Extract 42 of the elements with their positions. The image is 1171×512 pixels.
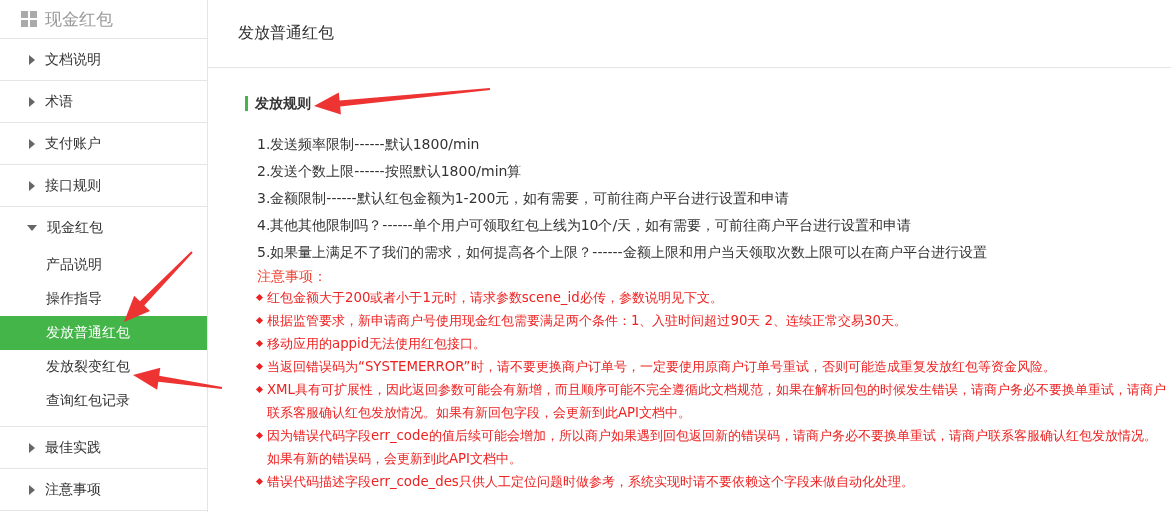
caret-right-icon: [29, 442, 35, 453]
caret-right-icon: [29, 180, 35, 191]
sidebar-item[interactable]: 术语: [0, 81, 207, 123]
sidebar-item[interactable]: 最佳实践: [0, 427, 207, 469]
annotation-arrow: [124, 251, 193, 322]
bullet-icon: [255, 477, 264, 486]
bullet-icon: [255, 316, 264, 325]
sidebar-item[interactable]: 注意事项: [0, 469, 207, 511]
note-text: 根据监管要求，新申请商户号使用现金红包需要满足两个条件：1、入驻时间超过90天 2、连续正常交易30天。: [267, 312, 907, 330]
grid-icon: [21, 11, 37, 27]
note-text: XML具有可扩展性，因此返回参数可能会有新增，而且顺序可能不完全遵循此文档规范，如果在解析回包的时候发生错误，请商户务必不要换单重试，请商户联系客服确认红包发放情况。如果有新回包字段，会更新到此API文档中。: [267, 381, 1167, 422]
page-title: 发放普通红包: [238, 23, 334, 44]
rule-text: 4.其他其他限制吗？------单个用户可领取红包上线为10个/天，如有需要，可前往商户平台进行设置和申请: [257, 217, 912, 233]
bullet-icon: [255, 339, 264, 348]
caret-right-icon: [29, 484, 35, 495]
note-text: 错误代码描述字段err_code_des只供人工定位问题时做参考，系统实现时请不要依赖这个字段来做自动化处理。: [267, 473, 914, 491]
sidebar-subitem[interactable]: 操作指导: [0, 282, 207, 316]
note-text: 移动应用的appid无法使用红包接口。: [267, 335, 487, 353]
caret-right-icon: [29, 54, 35, 65]
notes-title: 注意事项：: [257, 268, 327, 284]
note-text: 红包金额大于200或者小于1元时，请求参数scene_id必传，参数说明见下文。: [267, 289, 723, 307]
caret-right-icon: [29, 96, 35, 107]
note-text: 当返回错误码为“SYSTEMERROR”时，请不要更换商户订单号，一定要使用原商户订单号重试，否则可能造成重复发放红包等资金风险。: [267, 358, 1056, 376]
bullet-icon: [255, 431, 264, 440]
bullet-icon: [255, 362, 264, 371]
note-text: 因为错误代码字段err_code的值后续可能会增加，所以商户如果遇到回包返回新的错误码，请商户务必不要换单重试，请商户联系客服确认红包发放情况。如果有新的错误码，会更新到此API文档中。: [267, 427, 1158, 468]
bullet-icon: [255, 293, 264, 302]
sidebar-item[interactable]: 支付账户: [0, 123, 207, 165]
sidebar-item[interactable]: 接口规则: [0, 165, 207, 207]
rule-text: 3.金额限制------默认红包金额为1-200元，如有需要，可前往商户平台进行设置和申请: [257, 190, 790, 206]
caret-down-icon: [27, 224, 37, 231]
sidebar-subitem[interactable]: 查询红包记录: [0, 384, 207, 418]
sidebar-subitem[interactable]: 产品说明: [0, 248, 207, 282]
rule-text: 1.发送频率限制------默认1800/min: [257, 136, 480, 152]
sidebar-item[interactable]: 现金红包: [0, 207, 207, 248]
rule-text: 5.如果量上满足不了我们的需求，如何提高各个上限？------金额上限和用户当天领取次数上限可以在商户平台进行设置: [257, 244, 987, 260]
sidebar-item[interactable]: 文档说明: [0, 39, 207, 81]
rule-text: 2.发送个数上限------按照默认1800/min算: [257, 163, 522, 179]
sidebar-subitem[interactable]: 发放裂变红包: [0, 350, 207, 384]
caret-right-icon: [29, 138, 35, 149]
sidebar-title: 现金红包: [45, 7, 113, 31]
bullet-icon: [255, 385, 264, 394]
